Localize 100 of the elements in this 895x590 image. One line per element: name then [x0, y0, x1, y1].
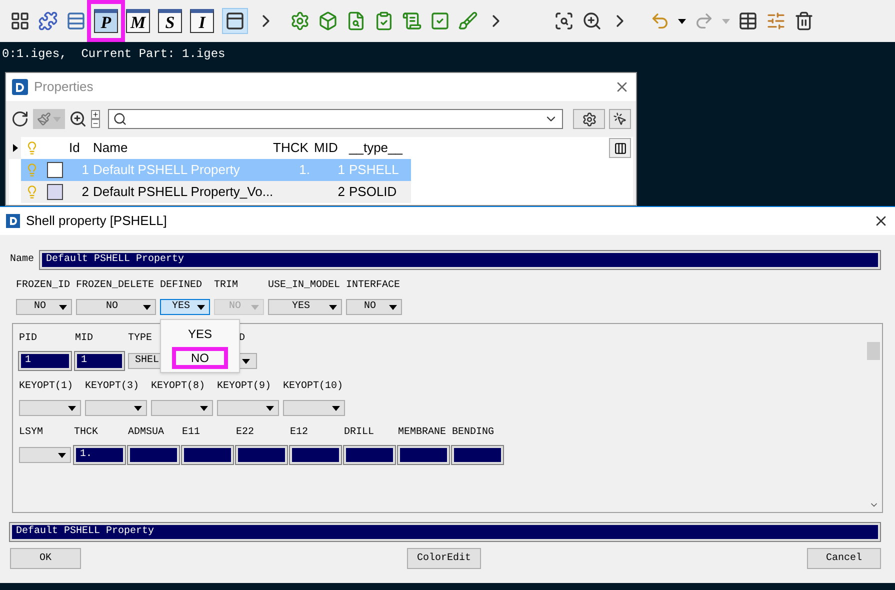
- dropdown[interactable]: [19, 447, 71, 463]
- field-label: KEYOPT(10): [283, 382, 344, 392]
- refresh-icon[interactable]: [11, 110, 29, 128]
- select-button[interactable]: [609, 109, 631, 129]
- input-field[interactable]: [128, 446, 179, 464]
- table-icon[interactable]: [738, 11, 758, 31]
- field-label: USE_IN_MODEL: [268, 281, 342, 291]
- minus-icon[interactable]: [91, 119, 100, 128]
- field-label: THCK: [74, 428, 100, 438]
- dialog-button[interactable]: ColorEdit: [407, 548, 481, 569]
- search-icon[interactable]: [554, 11, 574, 31]
- dropdown[interactable]: YES: [268, 299, 342, 315]
- table-cell-text: PSOLID: [348, 183, 398, 202]
- box-icon[interactable]: [318, 11, 338, 31]
- clipboard-check-icon[interactable]: [374, 11, 394, 31]
- input-field[interactable]: [452, 446, 503, 464]
- field-label: E22: [236, 428, 256, 438]
- input-field[interactable]: 1.: [74, 446, 125, 464]
- scrollbar-thumb[interactable]: [867, 342, 880, 360]
- input-field[interactable]: [344, 446, 395, 464]
- input-field[interactable]: 1: [75, 352, 124, 370]
- window-button[interactable]: [222, 8, 248, 34]
- caret-icon: [242, 358, 250, 364]
- field-label: TRIM: [214, 281, 240, 291]
- column-header[interactable]: MID: [312, 138, 347, 158]
- column-header[interactable]: Name: [91, 138, 271, 158]
- name-field[interactable]: Default PSHELL Property: [40, 251, 880, 269]
- input-field[interactable]: [398, 446, 449, 464]
- file-search-icon[interactable]: [346, 11, 366, 31]
- sliders-icon[interactable]: [766, 11, 786, 31]
- search-field[interactable]: [108, 109, 563, 129]
- input-field[interactable]: 1: [19, 352, 71, 370]
- checkbox-icon[interactable]: [430, 11, 450, 31]
- toolbar-button[interactable]: I: [190, 9, 214, 33]
- column-header[interactable]: THCK: [271, 138, 312, 158]
- toolbar-button[interactable]: S: [158, 9, 182, 33]
- bulb-icon: [25, 141, 39, 155]
- row-pointer-icon: [12, 144, 18, 152]
- trash-icon[interactable]: [794, 11, 814, 31]
- grid-icon[interactable]: [10, 11, 30, 31]
- zoom-icon[interactable]: [69, 110, 87, 128]
- plus-icon[interactable]: [91, 110, 100, 119]
- field-label: FROZEN_DELETE: [76, 281, 156, 291]
- table-cell-text: 1.: [298, 161, 311, 180]
- name-field[interactable]: Default PSHELL Property: [10, 523, 880, 541]
- field-label: E11: [182, 428, 202, 438]
- caret-icon: [722, 18, 730, 24]
- table-cell-text: Default PSHELL Property_Vo...: [92, 183, 271, 202]
- caret-icon: [59, 304, 67, 310]
- field-label: INTERFACE: [346, 281, 402, 291]
- caret-icon: [678, 18, 686, 24]
- dropdown[interactable]: NO: [346, 299, 402, 315]
- field-label: KEYOPT(1): [19, 382, 74, 392]
- zoom-icon[interactable]: [582, 11, 602, 31]
- input-field[interactable]: [290, 446, 341, 464]
- dropdown[interactable]: NO: [76, 299, 156, 315]
- dropdown-option[interactable]: YES: [172, 323, 228, 345]
- caret-icon: [251, 304, 259, 310]
- caret-icon: [134, 406, 142, 410]
- input-field[interactable]: [182, 446, 233, 464]
- pointer-click-icon: [613, 112, 627, 126]
- input-field[interactable]: [236, 446, 287, 464]
- search-icon: [113, 112, 127, 126]
- caret-icon: [332, 406, 340, 410]
- bulb-icon: [25, 185, 39, 199]
- gear-button[interactable]: [573, 109, 605, 129]
- dialog-button[interactable]: Cancel: [807, 548, 881, 569]
- caret-icon: [266, 406, 274, 410]
- table-cell-text: 2: [80, 183, 90, 202]
- columns-icon: [614, 142, 626, 154]
- caret-icon: [197, 304, 205, 310]
- toolbar-button[interactable]: P: [94, 9, 118, 33]
- field-label: KEYOPT(3): [85, 382, 140, 392]
- field-label: D: [238, 334, 245, 344]
- settings-icon[interactable]: [290, 11, 310, 31]
- table-cell-text: 1: [336, 161, 346, 180]
- column-chooser-button[interactable]: [609, 138, 631, 158]
- rows-icon[interactable]: [66, 11, 86, 31]
- field-label: KEYOPT(9): [217, 382, 272, 392]
- field-label: LSYM: [19, 428, 44, 438]
- table-row[interactable]: 2 Default PSHELL Property_Vo... 2 PSOLID: [21, 181, 411, 203]
- field-label: PID: [19, 334, 38, 344]
- dropdown[interactable]: YES: [160, 299, 210, 315]
- toolbar-button[interactable]: M: [126, 9, 150, 33]
- dialog-button[interactable]: OK: [10, 548, 81, 569]
- caret-icon: [68, 406, 76, 410]
- settings-icon: [582, 112, 596, 126]
- table-cell-text: 1: [80, 161, 90, 180]
- field-label: TYPE: [128, 334, 152, 344]
- column-header[interactable]: Id: [67, 138, 91, 158]
- caret-icon: [200, 406, 208, 410]
- dropdown-option[interactable]: NO: [172, 347, 228, 369]
- scroll-icon[interactable]: [402, 11, 422, 31]
- field-label: MEMBRANE: [398, 428, 448, 438]
- dropdown[interactable]: NO: [16, 299, 72, 315]
- bulb-icon: [25, 163, 39, 177]
- column-header[interactable]: __type__: [347, 138, 401, 158]
- brush-icon[interactable]: [458, 11, 478, 31]
- puzzle-icon[interactable]: [38, 11, 58, 31]
- field-label: E12: [290, 428, 310, 438]
